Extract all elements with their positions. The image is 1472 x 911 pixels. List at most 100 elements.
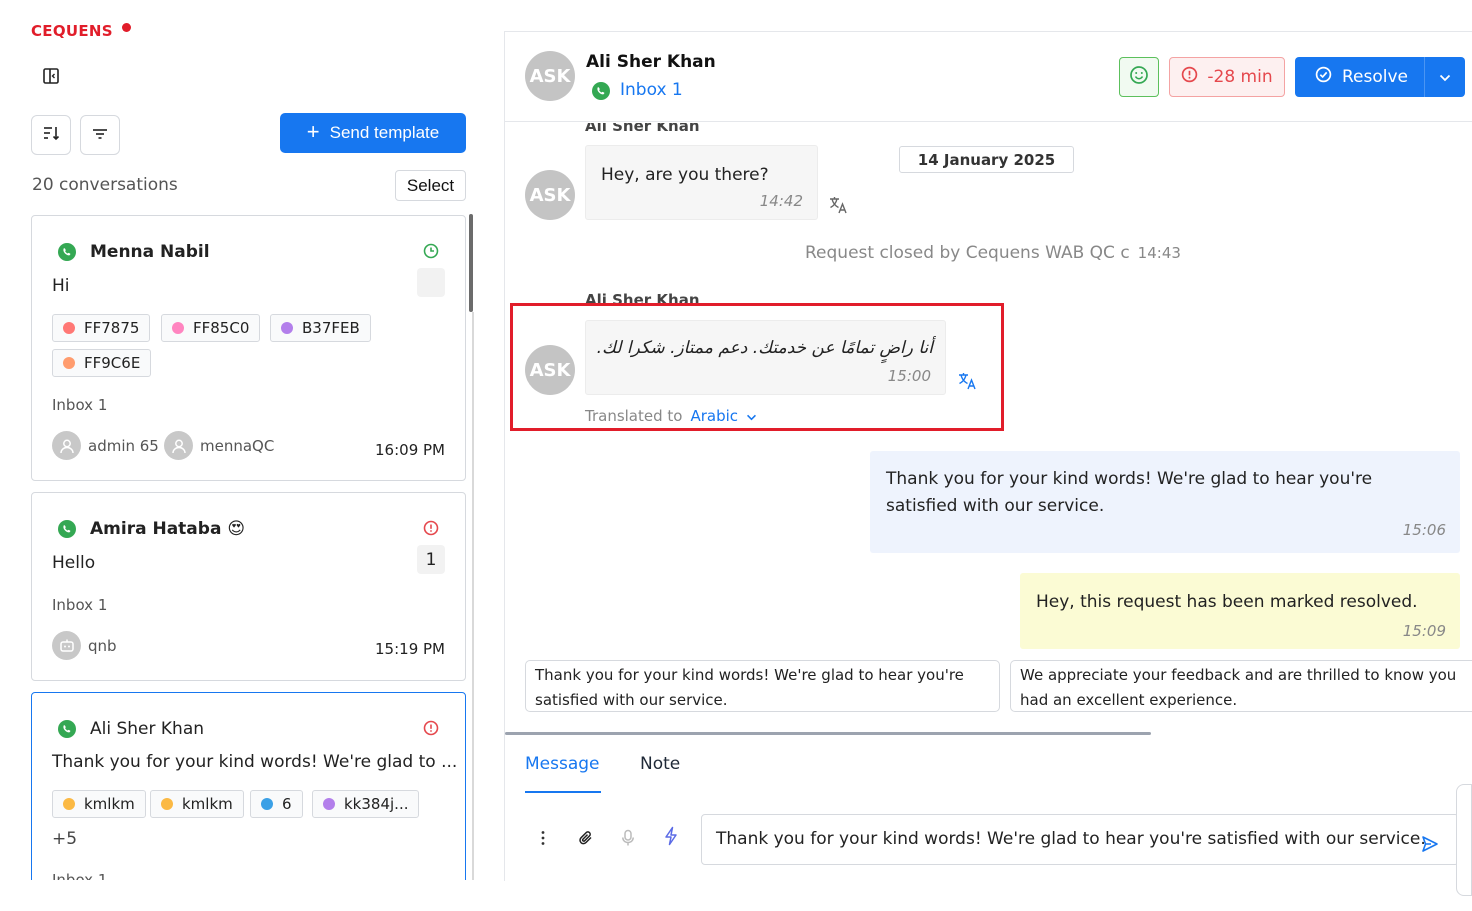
page-scroll-handle[interactable] (1456, 784, 1472, 896)
suggestions-scrollbar[interactable] (505, 732, 1151, 735)
message-text: Thank you for your kind words! We're gla… (886, 469, 1373, 516)
conversation-sidebar: CEQUENS + Send template 20 conversations… (0, 0, 488, 911)
tag-label: kmlkm (182, 795, 233, 813)
user-avatar-icon (164, 431, 193, 460)
list-scroll-track (472, 312, 474, 880)
inbox-label: Inbox 1 (52, 396, 108, 414)
resolve-dropdown-toggle[interactable] (1425, 67, 1465, 87)
sender-name: Ali Sher Khan (585, 123, 700, 135)
tag-chip[interactable]: 6 (250, 790, 303, 818)
more-options-icon[interactable] (533, 828, 553, 848)
send-template-button[interactable]: + Send template (280, 113, 466, 153)
conversation-card[interactable]: Menna Nabil Hi FF7875 FF85C0 B37FEB FF9C… (31, 215, 466, 481)
smile-icon (1129, 65, 1149, 89)
alert-icon (423, 520, 439, 536)
message-time: 15:09 (1402, 622, 1446, 640)
sort-button[interactable] (31, 115, 71, 155)
list-scrollbar[interactable] (469, 214, 473, 312)
tag-chip[interactable]: FF85C0 (161, 314, 261, 342)
tag-chip[interactable]: FF7875 (52, 314, 151, 342)
whatsapp-icon (57, 242, 77, 262)
tag-label: FF9C6E (84, 354, 141, 372)
message-input[interactable]: Thank you for your kind words! We're gla… (701, 814, 1459, 865)
contact-avatar: ASK (525, 170, 575, 220)
lightning-icon[interactable] (661, 826, 681, 846)
tag-chip[interactable]: kmlkm (52, 790, 146, 818)
unread-badge: 1 (417, 545, 445, 574)
conversation-card-active[interactable]: Ali Sher Khan Thank you for your kind wo… (31, 692, 466, 880)
sla-label: -28 min (1207, 67, 1273, 87)
reply-suggestions: Thank you for your kind words! We're gla… (525, 660, 1472, 712)
tag-color-dot (281, 322, 293, 334)
message-thread: Ali Sher Khan ASK Hey, are you there? 14… (505, 123, 1472, 733)
brand-logo-dot (122, 23, 131, 32)
more-tags[interactable]: +5 (52, 829, 77, 849)
whatsapp-icon (57, 519, 77, 539)
resolve-button-group: Resolve (1295, 57, 1465, 97)
tag-color-dot (63, 798, 75, 810)
contact-name: Ali Sher Khan (90, 719, 205, 739)
tag-color-dot (172, 322, 184, 334)
brand-logo: CEQUENS (31, 22, 113, 40)
message-time: 15:06 (1402, 521, 1446, 539)
select-button[interactable]: Select (395, 170, 466, 201)
message-preview: Thank you for your kind words! We're gla… (52, 752, 458, 772)
tag-label: B37FEB (302, 319, 360, 337)
microphone-icon[interactable] (618, 828, 638, 848)
resolve-button[interactable]: Resolve (1295, 57, 1425, 97)
inbox-link[interactable]: Inbox 1 (620, 80, 683, 100)
assigned-agent: qnb (52, 631, 117, 660)
translate-icon[interactable] (828, 195, 850, 215)
sort-icon (42, 124, 60, 146)
tag-chip[interactable]: kk384j... (312, 790, 420, 818)
sla-timer-button[interactable]: -28 min (1169, 57, 1285, 97)
date-separator: 14 January 2025 (899, 146, 1074, 173)
alert-icon (423, 720, 439, 736)
tab-note[interactable]: Note (640, 754, 680, 774)
filter-button[interactable] (80, 115, 120, 155)
whatsapp-icon (57, 719, 77, 739)
note-text: Hey, this request has been marked resolv… (1036, 592, 1418, 612)
suggestion-chip[interactable]: We appreciate your feedback and are thri… (1010, 660, 1472, 712)
user-avatar-icon (52, 431, 81, 460)
active-tab-indicator (525, 791, 601, 793)
contact-avatar: ASK (525, 51, 575, 101)
tag-label: kmlkm (84, 795, 135, 813)
tag-label: FF85C0 (193, 319, 250, 337)
agent-name: admin 65 (88, 436, 159, 455)
send-template-label: Send template (329, 123, 440, 142)
chat-header: ASK Ali Sher Khan Inbox 1 -28 min Resolv… (505, 32, 1472, 122)
resolve-label: Resolve (1342, 67, 1409, 87)
attachment-icon[interactable] (576, 828, 596, 848)
conversation-card[interactable]: Amira Hataba 😍 Hello 1 Inbox 1 qnb 15:19… (31, 492, 466, 681)
chevron-down-icon (1439, 67, 1451, 87)
send-icon[interactable] (1421, 835, 1439, 853)
incoming-message: Hey, are you there? 14:42 (585, 145, 818, 220)
tag-chip[interactable]: FF9C6E (52, 349, 152, 377)
assigned-agent: mennaQC (164, 431, 274, 460)
tab-message[interactable]: Message (525, 754, 600, 774)
tag-chip[interactable]: B37FEB (270, 314, 371, 342)
suggestion-chip[interactable]: Thank you for your kind words! We're gla… (525, 660, 1000, 712)
message-preview: Hello (52, 553, 96, 573)
panel-toggle-icon[interactable] (42, 67, 60, 85)
agent-name: mennaQC (200, 436, 275, 455)
tag-color-dot (63, 357, 75, 369)
tag-label: kk384j... (344, 795, 409, 813)
inbox-label: Inbox 1 (52, 871, 108, 880)
inbox-label: Inbox 1 (52, 596, 108, 614)
plus-icon: + (306, 119, 320, 144)
emoji: 😍 (227, 519, 246, 539)
activity-message: Request closed by Cequens WAB QC c 14:43 (805, 243, 1181, 263)
tag-chip[interactable]: kmlkm (150, 790, 244, 818)
tag-color-dot (161, 798, 173, 810)
bot-avatar-icon (52, 631, 81, 660)
message-preview: Hi (52, 276, 70, 296)
tag-label: FF7875 (84, 319, 140, 337)
contact-name-text: Amira Hataba (90, 519, 222, 539)
assigned-agent: admin 65 (52, 431, 159, 460)
sentiment-button[interactable] (1119, 57, 1159, 97)
whatsapp-icon (591, 81, 611, 101)
alert-icon (1181, 66, 1198, 88)
activity-text: Request closed by Cequens WAB QC c (805, 243, 1130, 263)
